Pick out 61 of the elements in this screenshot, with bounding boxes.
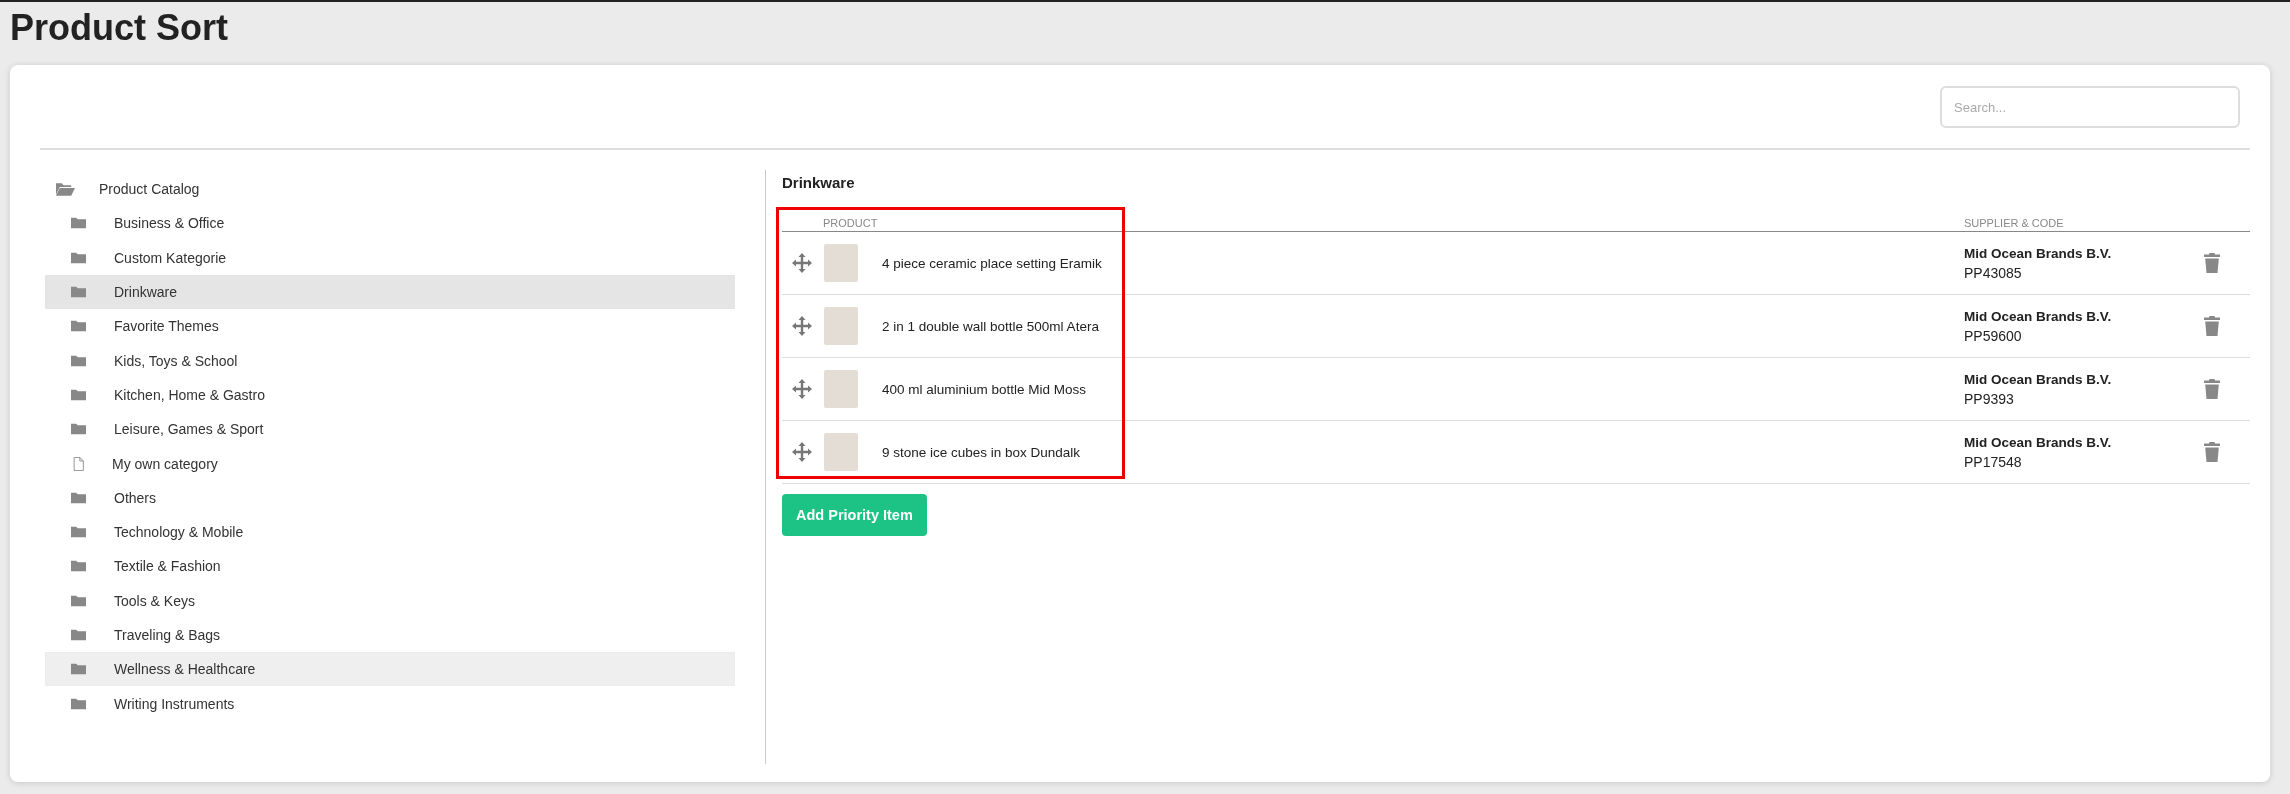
drag-handle-icon[interactable] bbox=[792, 442, 812, 462]
tree-item[interactable]: Wellness & Healthcare bbox=[45, 652, 735, 687]
folder-icon bbox=[71, 629, 86, 641]
trash-icon[interactable] bbox=[2204, 379, 2220, 399]
tree-item[interactable]: Tools & Keys bbox=[45, 583, 735, 618]
folder-icon bbox=[71, 251, 86, 264]
tree-item[interactable]: Kids, Toys & School bbox=[45, 343, 735, 378]
folder-icon bbox=[71, 526, 86, 539]
folder-icon bbox=[71, 217, 86, 230]
supplier-name: Mid Ocean Brands B.V. bbox=[1964, 245, 2112, 261]
tree-item[interactable]: Drinkware bbox=[45, 274, 735, 310]
trash-icon[interactable] bbox=[2204, 442, 2220, 462]
tree-item[interactable]: Custom Kategorie bbox=[45, 240, 735, 275]
drag-handle-icon[interactable] bbox=[792, 379, 812, 399]
supplier-name: Mid Ocean Brands B.V. bbox=[1964, 308, 2112, 324]
photo-placeholder bbox=[824, 244, 858, 282]
tree-item[interactable]: Business & Office bbox=[45, 206, 735, 241]
supplier-name: Mid Ocean Brands B.V. bbox=[1964, 371, 2112, 387]
product-name: 4 piece ceramic place setting Eramik bbox=[882, 255, 1102, 271]
product-code: PP43085 bbox=[1964, 264, 2022, 281]
folder-icon bbox=[71, 560, 86, 573]
section-heading: Drinkware bbox=[782, 174, 855, 191]
photo-placeholder bbox=[824, 370, 858, 408]
tree-item[interactable]: Technology & Mobile bbox=[45, 514, 735, 550]
page-title: Product Sort bbox=[9, 6, 228, 48]
photo-placeholder bbox=[824, 433, 858, 471]
product-name: 400 ml aluminium bottle Mid Moss bbox=[882, 381, 1087, 397]
tree-item[interactable]: Favorite Themes bbox=[45, 309, 735, 344]
tree-item[interactable]: Product Catalog bbox=[45, 172, 735, 207]
product-name: 9 stone ice cubes in box Dundalk bbox=[882, 444, 1081, 460]
tree-item[interactable]: Kitchen, Home & Gastro bbox=[45, 377, 735, 413]
product-code: PP59600 bbox=[1964, 327, 2022, 344]
product-name: 2 in 1 double wall bottle 500ml Atera bbox=[882, 318, 1099, 334]
folder-icon bbox=[71, 320, 86, 333]
folder-icon bbox=[71, 354, 86, 367]
document-icon bbox=[73, 456, 84, 471]
open-folder-icon bbox=[56, 182, 75, 197]
trash-icon[interactable] bbox=[2204, 253, 2220, 273]
folder-icon bbox=[71, 388, 86, 401]
folder-icon bbox=[71, 423, 86, 436]
tree-item[interactable]: Leisure, Games & Sport bbox=[45, 412, 735, 447]
tree-item[interactable]: Others bbox=[45, 480, 735, 515]
folder-icon bbox=[71, 286, 86, 299]
folder-icon bbox=[71, 594, 86, 607]
column-header: PRODUCT bbox=[823, 217, 878, 229]
photo-placeholder bbox=[824, 307, 858, 345]
folder-icon bbox=[71, 491, 86, 504]
supplier-name: Mid Ocean Brands B.V. bbox=[1964, 434, 2112, 450]
drag-handle-icon[interactable] bbox=[792, 316, 812, 336]
drag-handle-icon[interactable] bbox=[792, 253, 812, 273]
tree-item[interactable]: My own category bbox=[45, 446, 735, 481]
search-field[interactable]: Search... bbox=[1940, 86, 2240, 128]
column-header: SUPPLIER & CODE bbox=[1964, 217, 2065, 229]
folder-icon bbox=[71, 663, 86, 676]
trash-icon[interactable] bbox=[2204, 316, 2220, 336]
tree-item[interactable]: Textile & Fashion bbox=[45, 549, 735, 584]
product-code: PP17548 bbox=[1964, 453, 2022, 470]
tree-item[interactable]: Writing Instruments bbox=[45, 686, 735, 721]
tree-item[interactable]: Traveling & Bags bbox=[45, 617, 735, 653]
product-code: PP9393 bbox=[1964, 390, 2014, 407]
folder-icon bbox=[71, 697, 86, 710]
